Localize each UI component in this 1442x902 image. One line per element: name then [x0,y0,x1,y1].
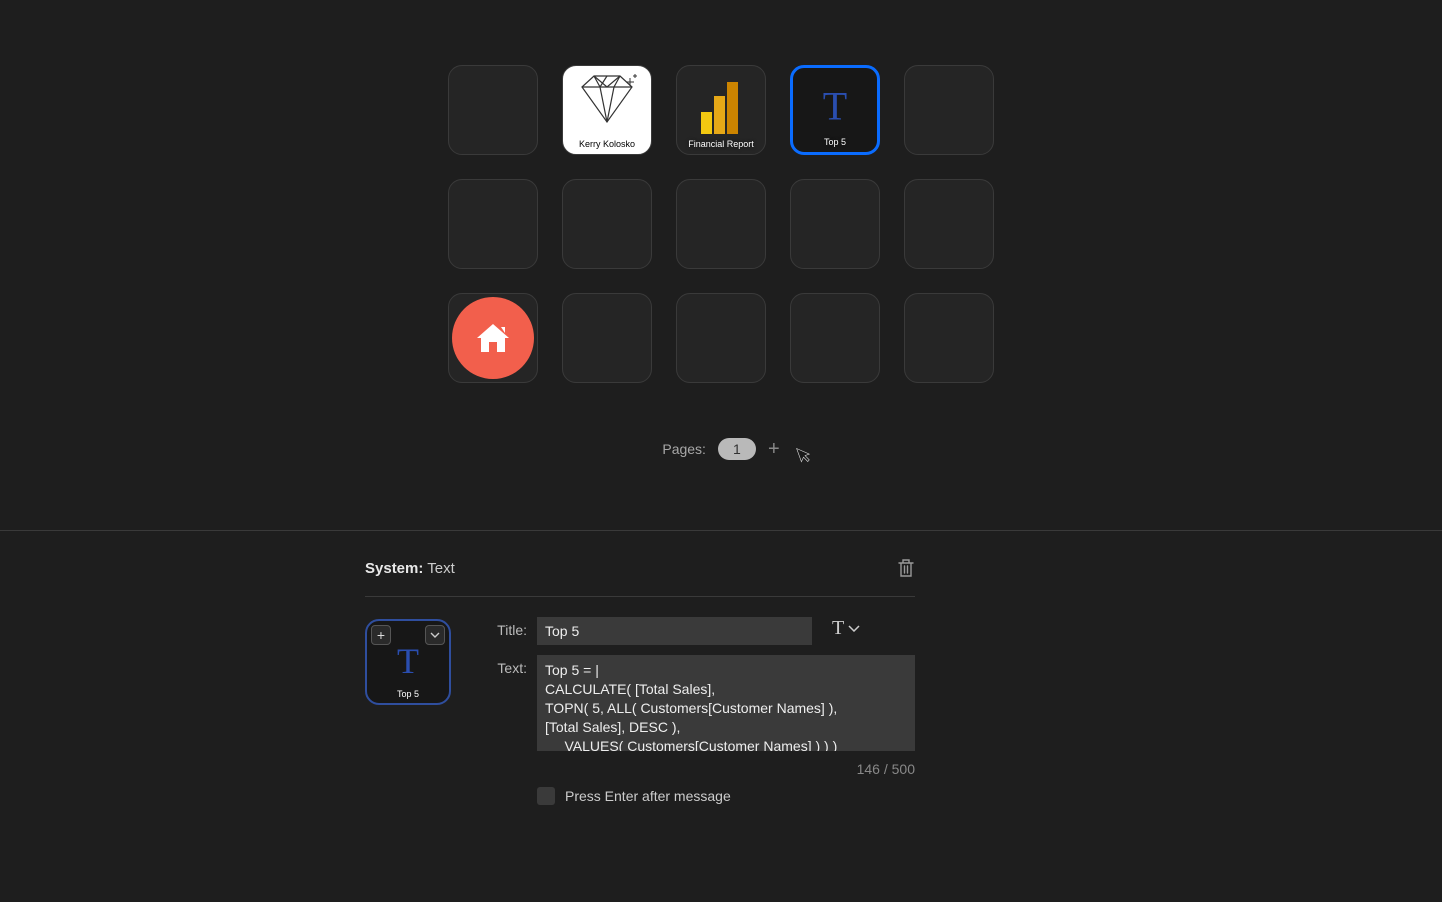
panel-body: + T Top 5 Title: T Text: 146 [365,597,915,805]
text-input[interactable] [537,655,915,751]
cursor-icon [795,443,814,465]
chevron-down-icon [848,625,860,632]
upper-grid-area: Kerry Kolosko Financial Report T Top 5 [0,0,1442,530]
tile-grid: Kerry Kolosko Financial Report T Top 5 [448,65,994,383]
panel-title: System: Text [365,560,455,577]
tile-caption: Kerry Kolosko [563,140,651,150]
text-type-glyph: T [832,617,844,640]
home-icon [472,317,514,359]
title-label: Title: [481,617,527,638]
fields-column: Title: T Text: 146 / 500 Press Enter aft… [481,617,915,805]
type-selector[interactable]: T [832,617,860,640]
tile-caption: Top 5 [793,138,877,148]
tile-empty[interactable] [562,293,652,383]
diamond-icon [572,72,642,127]
tile-top-5[interactable]: T Top 5 [790,65,880,155]
press-enter-row: Press Enter after message [537,787,915,805]
add-page-button[interactable]: + [768,439,780,459]
page-number-pill[interactable]: 1 [718,438,756,460]
tile-empty[interactable] [448,179,538,269]
chevron-down-icon [430,632,440,638]
text-type-icon: T [397,640,419,682]
title-input[interactable] [537,617,812,645]
text-label: Text: [481,655,527,676]
text-type-icon: T [823,83,847,130]
title-row: Title: T [481,617,915,645]
preview-tile[interactable]: + T Top 5 [365,619,451,705]
pages-row: Pages: 1 + [662,438,779,460]
char-counter: 146 / 500 [481,761,915,777]
preview-column: + T Top 5 [365,617,455,805]
preview-dropdown-button[interactable] [425,625,445,645]
tile-empty[interactable] [790,293,880,383]
preview-caption: Top 5 [367,689,449,699]
trash-icon[interactable] [897,558,915,578]
edit-panel: System: Text + T Top 5 Title: T [365,558,915,805]
preview-add-button[interactable]: + [371,625,391,645]
tile-empty[interactable] [448,65,538,155]
powerbi-icon [697,78,745,136]
home-circle [452,297,534,379]
press-enter-label: Press Enter after message [565,788,731,804]
tile-empty[interactable] [562,179,652,269]
tile-empty[interactable] [676,179,766,269]
tile-empty[interactable] [904,293,994,383]
tile-empty[interactable] [904,65,994,155]
tile-home[interactable] [448,293,538,383]
system-value: Text [427,560,455,577]
press-enter-checkbox[interactable] [537,787,555,805]
tile-caption: Financial Report [677,140,765,150]
pages-label: Pages: [662,441,706,457]
tile-empty[interactable] [790,179,880,269]
tile-financial-report[interactable]: Financial Report [676,65,766,155]
system-label: System: [365,560,423,577]
tile-kerry-kolosko[interactable]: Kerry Kolosko [562,65,652,155]
text-row: Text: [481,655,915,751]
panel-header: System: Text [365,558,915,597]
tile-empty[interactable] [676,293,766,383]
tile-empty[interactable] [904,179,994,269]
section-divider [0,530,1442,531]
